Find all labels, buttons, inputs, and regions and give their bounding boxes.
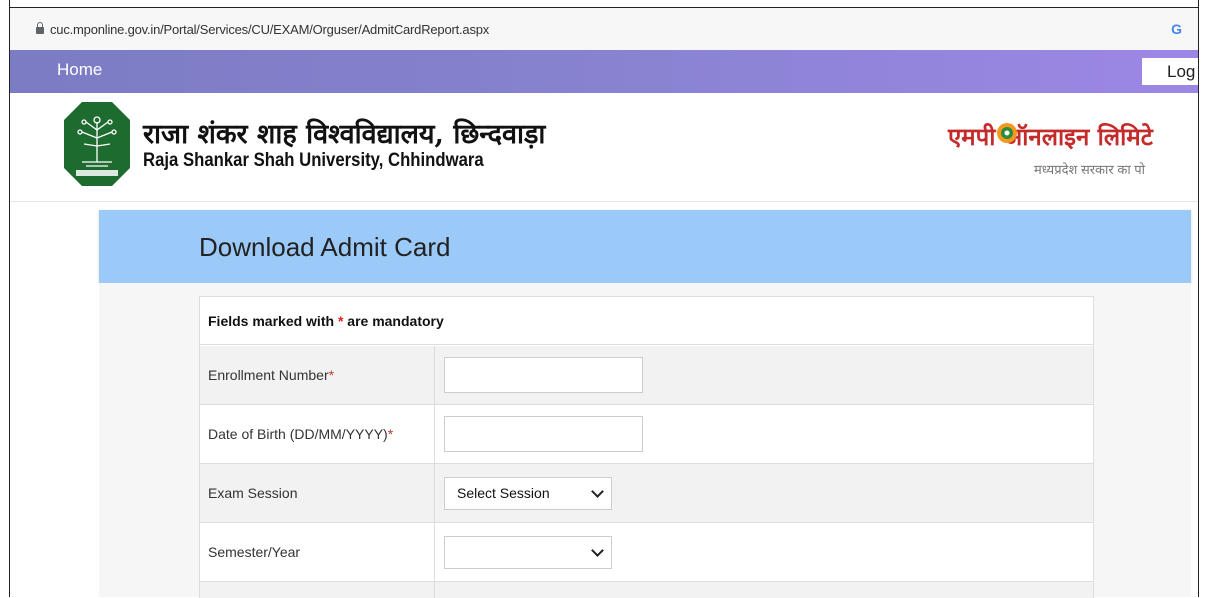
google-icon[interactable]: G bbox=[1171, 21, 1182, 37]
exam-session-select[interactable]: Select Session bbox=[444, 477, 612, 510]
mponline-tagline: मध्यप्रदेश सरकार का पो bbox=[1034, 162, 1146, 177]
mponline-logo: एमपी ऑनलाइन लिमिटे bbox=[948, 120, 1153, 153]
page-title: Download Admit Card bbox=[199, 232, 451, 262]
site-header: राजा शंकर शाह विश्वविद्यालय, छिन्दवाड़ा … bbox=[10, 93, 1198, 202]
mandatory-note-suffix: are mandatory bbox=[343, 313, 444, 329]
enrollment-row: Enrollment Number* bbox=[200, 346, 1093, 405]
address-bar[interactable]: cuc.mponline.gov.in/Portal/Services/CU/E… bbox=[10, 8, 1198, 50]
exam-session-row: Exam Session Select Session bbox=[200, 464, 1093, 523]
page-title-bar: Download Admit Card bbox=[99, 210, 1191, 283]
mponline-logo-text: एमपी ऑनलाइन लिमिटे bbox=[948, 123, 1153, 151]
semester-label: Semester/Year bbox=[200, 523, 435, 581]
dob-label: Date of Birth (DD/MM/YYYY)* bbox=[200, 405, 435, 463]
dob-row: Date of Birth (DD/MM/YYYY)* bbox=[200, 405, 1093, 464]
required-star: * bbox=[387, 426, 394, 442]
nav-home-link[interactable]: Home bbox=[57, 60, 102, 80]
chevron-down-icon bbox=[591, 485, 604, 498]
university-name-english: Raja Shankar Shah University, Chhindwara bbox=[143, 150, 484, 171]
semester-row: Semester/Year bbox=[200, 523, 1093, 582]
main-content: Download Admit Card Fields marked with *… bbox=[10, 202, 1198, 598]
window-frame-right bbox=[1198, 0, 1215, 597]
date-of-birth-input[interactable] bbox=[444, 416, 643, 452]
top-nav: Home Log bbox=[10, 50, 1198, 93]
nav-login-button[interactable]: Log bbox=[1142, 58, 1198, 85]
window-frame-top bbox=[0, 0, 1215, 8]
exam-session-label: Exam Session bbox=[200, 464, 435, 522]
window-frame-left bbox=[0, 0, 10, 597]
lock-icon bbox=[36, 22, 44, 34]
admit-card-form: Fields marked with * are mandatory Enrol… bbox=[199, 296, 1094, 598]
dob-label-text: Date of Birth (DD/MM/YYYY) bbox=[208, 426, 388, 442]
next-row-label bbox=[200, 582, 435, 598]
enrollment-label: Enrollment Number* bbox=[200, 346, 435, 404]
mandatory-note-prefix: Fields marked with bbox=[208, 313, 338, 329]
university-name-hindi: राजा शंकर शाह विश्वविद्यालय, छिन्दवाड़ा bbox=[143, 119, 546, 150]
enrollment-number-input[interactable] bbox=[444, 357, 643, 393]
mandatory-note: Fields marked with * are mandatory bbox=[200, 297, 1093, 345]
next-row bbox=[200, 582, 1093, 598]
mponline-emblem-icon bbox=[997, 123, 1017, 143]
university-logo-icon bbox=[64, 102, 130, 186]
url-text[interactable]: cuc.mponline.gov.in/Portal/Services/CU/E… bbox=[50, 22, 489, 37]
exam-session-selected: Select Session bbox=[457, 485, 550, 501]
chevron-down-icon bbox=[591, 544, 604, 557]
enrollment-label-text: Enrollment Number bbox=[208, 367, 329, 383]
semester-select[interactable] bbox=[444, 536, 612, 569]
required-star: * bbox=[328, 367, 335, 383]
